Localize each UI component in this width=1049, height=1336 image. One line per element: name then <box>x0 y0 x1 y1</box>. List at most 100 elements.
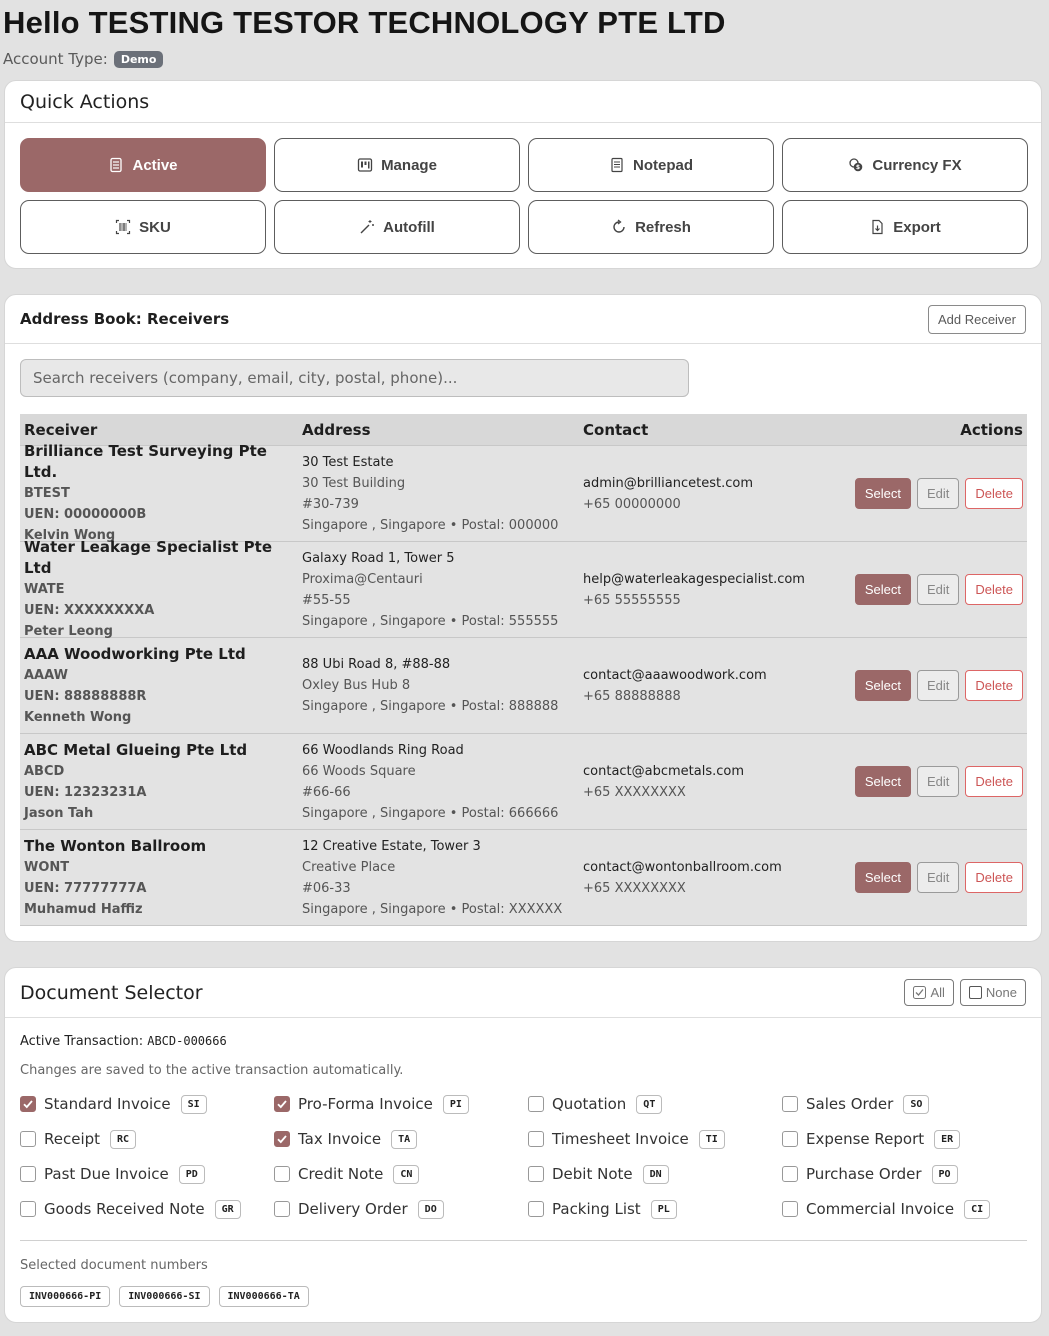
receiver-contact-person: Muhamud Haffiz <box>24 901 143 917</box>
export-button[interactable]: Export <box>782 200 1028 254</box>
checkbox[interactable] <box>274 1201 290 1217</box>
doc-checkbox-tax-invoice[interactable]: Tax Invoice TA <box>274 1127 528 1151</box>
checkbox[interactable] <box>274 1096 290 1112</box>
edit-button[interactable]: Edit <box>917 670 960 701</box>
doc-checkbox-packing-list[interactable]: Packing List PL <box>528 1197 782 1221</box>
actions-cell: Select Edit Delete <box>842 766 1027 797</box>
select-button[interactable]: Select <box>854 862 912 893</box>
receiver-search-input[interactable] <box>20 359 689 397</box>
doc-checkbox-debit-note[interactable]: Debit Note DN <box>528 1162 782 1186</box>
doc-code-badge: PD <box>178 1164 205 1184</box>
autosave-note: Changes are saved to the active transact… <box>20 1063 404 1078</box>
sku-button[interactable]: SKU <box>20 200 266 254</box>
checkbox[interactable] <box>528 1131 544 1147</box>
contact-email: contact@abcmetals.com <box>583 763 745 779</box>
refresh-button[interactable]: Refresh <box>528 200 774 254</box>
add-receiver-button[interactable]: Add Receiver <box>927 304 1026 334</box>
manage-button[interactable]: Manage <box>274 138 520 192</box>
contact-email: contact@aaawoodwork.com <box>583 667 767 683</box>
doc-checkbox-receipt[interactable]: Receipt RC <box>20 1127 274 1151</box>
address-line: 30 Test Building <box>302 475 406 491</box>
doc-checkbox-credit-note[interactable]: Credit Note CN <box>274 1162 528 1186</box>
edit-button[interactable]: Edit <box>917 478 960 509</box>
contact-cell: contact@abcmetals.com +65 XXXXXXXX <box>579 734 842 829</box>
checkbox[interactable] <box>20 1201 36 1217</box>
doc-checkbox-past-due-invoice[interactable]: Past Due Invoice PD <box>20 1162 274 1186</box>
doc-checkbox-sales-order[interactable]: Sales Order SO <box>782 1092 1036 1116</box>
doc-checkbox-delivery-order[interactable]: Delivery Order DO <box>274 1197 528 1221</box>
delete-button[interactable]: Delete <box>965 670 1023 701</box>
doc-checkbox-timesheet-invoice[interactable]: Timesheet Invoice TI <box>528 1127 782 1151</box>
doc-checkbox-commercial-invoice[interactable]: Commercial Invoice CI <box>782 1197 1036 1221</box>
receiver-cell: The Wonton Ballroom WONT UEN: 77777777A Muh… <box>20 830 298 925</box>
doc-checkbox-goods-received-note[interactable]: Goods Received Note GR <box>20 1197 274 1221</box>
address-cell: Galaxy Road 1, Tower 5 Proxima@Centauri #5… <box>298 542 579 637</box>
address-line: #06-33 <box>302 880 351 896</box>
receiver-cell: Brilliance Test Surveying Pte Ltd. BTEST U… <box>20 442 298 543</box>
select-button[interactable]: Select <box>854 766 912 797</box>
receiver-name: Water Leakage Specialist Pte Ltd <box>24 538 272 577</box>
edit-button[interactable]: Edit <box>917 862 960 893</box>
document-selector-title: Document Selector <box>20 981 203 1004</box>
autofill-button[interactable]: Autofill <box>274 200 520 254</box>
checkbox[interactable] <box>274 1131 290 1147</box>
table-row: The Wonton Ballroom WONT UEN: 77777777A Muh… <box>20 830 1027 926</box>
checkbox[interactable] <box>782 1131 798 1147</box>
checkbox[interactable] <box>20 1131 36 1147</box>
edit-button[interactable]: Edit <box>917 766 960 797</box>
contact-email: contact@wontonballroom.com <box>583 859 782 875</box>
checkmark-icon <box>23 1100 33 1109</box>
currency-fx-label: Currency FX <box>872 156 962 174</box>
doc-checkbox-quotation[interactable]: Quotation QT <box>528 1092 782 1116</box>
delete-button[interactable]: Delete <box>965 574 1023 605</box>
select-button[interactable]: Select <box>854 670 912 701</box>
address-cell: 30 Test Estate 30 Test Building #30-739 Sin… <box>298 446 579 541</box>
checkbox[interactable] <box>20 1096 36 1112</box>
select-button[interactable]: Select <box>854 574 912 605</box>
checkbox[interactable] <box>782 1166 798 1182</box>
delete-button[interactable]: Delete <box>965 766 1023 797</box>
checkbox[interactable] <box>782 1096 798 1112</box>
notepad-label: Notepad <box>633 156 693 174</box>
doc-label: Credit Note <box>298 1165 384 1183</box>
doc-code-badge: DO <box>417 1199 444 1219</box>
select-button[interactable]: Select <box>854 478 912 509</box>
doc-label: Receipt <box>44 1130 101 1148</box>
address-line: Singapore , Singapore • Postal: XXXXXX <box>302 901 563 917</box>
select-all-button[interactable]: All <box>904 979 954 1006</box>
doc-code-badge: PI <box>442 1094 469 1114</box>
receiver-code: BTEST <box>24 486 70 501</box>
address-book-card: Address Book: Receivers Add Receiver Rec… <box>4 294 1042 942</box>
receivers-table: Receiver Address Contact Actions Brillia… <box>20 414 1027 926</box>
empty-square-icon <box>968 986 982 999</box>
doc-label: Delivery Order <box>298 1200 408 1218</box>
checkbox[interactable] <box>274 1166 290 1182</box>
edit-button[interactable]: Edit <box>917 574 960 605</box>
doc-checkbox-purchase-order[interactable]: Purchase Order PO <box>782 1162 1036 1186</box>
currency-fx-button[interactable]: $ Currency FX <box>782 138 1028 192</box>
doc-checkbox-expense-report[interactable]: Expense Report ER <box>782 1127 1036 1151</box>
contact-cell: help@waterleakagespecialist.com +65 55555… <box>579 542 842 637</box>
delete-button[interactable]: Delete <box>965 478 1023 509</box>
doc-checkbox-standard-invoice[interactable]: Standard Invoice SI <box>20 1092 274 1116</box>
doc-label: Standard Invoice <box>44 1095 171 1113</box>
doc-code-badge: ER <box>934 1129 961 1149</box>
select-none-button[interactable]: None <box>959 979 1026 1006</box>
checkbox[interactable] <box>20 1166 36 1182</box>
checkbox[interactable] <box>528 1201 544 1217</box>
coins-icon: $ <box>848 157 864 173</box>
doc-checkbox-pro-forma-invoice[interactable]: Pro-Forma Invoice PI <box>274 1092 528 1116</box>
delete-button[interactable]: Delete <box>965 862 1023 893</box>
divider <box>20 1240 1027 1241</box>
checkbox[interactable] <box>528 1096 544 1112</box>
active-button[interactable]: Active <box>20 138 266 192</box>
active-transaction-value: ABCD-000666 <box>147 1034 227 1048</box>
doc-code-badge: TI <box>698 1129 725 1149</box>
selected-document-number: INV000666-PI <box>20 1286 111 1307</box>
notepad-button[interactable]: Notepad <box>528 138 774 192</box>
receiver-uen: UEN: XXXXXXXXA <box>24 603 155 618</box>
checkmark-icon <box>277 1100 287 1109</box>
select-all-label: All <box>930 985 945 1000</box>
checkbox[interactable] <box>782 1201 798 1217</box>
checkbox[interactable] <box>528 1166 544 1182</box>
